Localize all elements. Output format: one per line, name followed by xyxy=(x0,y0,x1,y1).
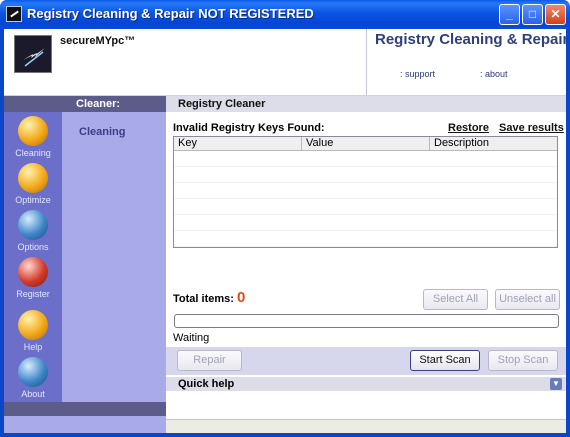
gear-icon xyxy=(18,210,48,240)
sidebar-item-label: About xyxy=(21,389,45,399)
quick-help-label: Quick help xyxy=(178,378,235,390)
info-icon xyxy=(18,357,48,387)
brand-logo-icon xyxy=(14,35,52,73)
total-items-label: Total items: xyxy=(173,293,234,305)
sidebar-header xyxy=(4,96,62,112)
sidebar-footer xyxy=(4,402,166,416)
action-bar: Repair Start Scan Stop Scan xyxy=(166,347,566,375)
sidebar-footer-strip xyxy=(4,416,166,433)
registry-keys-table[interactable]: Key Value Description xyxy=(173,136,558,248)
support-link[interactable]: : support xyxy=(400,69,435,79)
sidebar-item-label: Help xyxy=(23,342,43,352)
sidebar-item-options[interactable]: Options xyxy=(4,210,62,256)
sidebar-item-help[interactable]: Help xyxy=(4,310,62,356)
stop-scan-button[interactable]: Stop Scan xyxy=(488,350,558,371)
invalid-keys-label: Invalid Registry Keys Found: xyxy=(173,122,325,134)
sidebar-item-label: Cleaning xyxy=(15,148,51,158)
save-results-link[interactable]: Save results xyxy=(499,122,564,134)
app-header: secureMYpc™ Registry Cleaning & Repair :… xyxy=(4,29,566,96)
main-panel: Registry Cleaner Invalid Registry Keys F… xyxy=(166,96,566,433)
total-items-count: 0 xyxy=(237,289,246,306)
title-bar[interactable]: Registry Cleaning & Repair NOT REGISTERE… xyxy=(0,0,570,29)
select-all-button[interactable]: Select All xyxy=(423,289,488,310)
close-icon: ✕ xyxy=(550,7,561,21)
app-title: Registry Cleaning & Repair xyxy=(375,31,566,48)
column-header-key[interactable]: Key xyxy=(174,137,302,151)
table-body xyxy=(174,151,557,247)
about-link[interactable]: : about xyxy=(480,69,508,79)
document-icon xyxy=(18,257,48,287)
scan-progress-bar xyxy=(174,314,559,328)
broom-icon xyxy=(18,116,48,146)
column-header-description[interactable]: Description xyxy=(430,137,557,151)
section-header: Registry Cleaner xyxy=(166,96,566,112)
close-button[interactable]: ✕ xyxy=(545,4,566,25)
submenu-header: Cleaner: xyxy=(62,96,166,112)
submenu-item-cleaning[interactable]: Cleaning xyxy=(79,126,125,138)
app-logo-icon xyxy=(6,6,22,22)
sidebar-item-cleaning[interactable]: Cleaning xyxy=(4,116,62,162)
status-text: Waiting xyxy=(173,332,210,344)
sidebar: Cleaning Optimize Options Register Help … xyxy=(4,96,62,433)
maximize-icon: □ xyxy=(528,7,537,21)
unselect-all-button[interactable]: Unselect all xyxy=(495,289,560,310)
sidebar-item-register[interactable]: Register xyxy=(4,257,62,303)
chevron-down-icon[interactable]: ▼ xyxy=(550,378,562,390)
sidebar-item-about[interactable]: About xyxy=(4,357,62,403)
quick-help-header[interactable]: Quick help ▼ xyxy=(166,377,566,391)
window-title: Registry Cleaning & Repair NOT REGISTERE… xyxy=(27,6,314,21)
minimize-icon: _ xyxy=(506,7,513,21)
lifebuoy-icon xyxy=(18,310,48,340)
sidebar-item-label: Register xyxy=(16,289,50,299)
start-scan-button[interactable]: Start Scan xyxy=(410,350,480,371)
minimize-button[interactable]: _ xyxy=(499,4,520,25)
status-bar xyxy=(166,419,566,433)
app-window: Registry Cleaning & Repair NOT REGISTERE… xyxy=(0,0,570,437)
column-header-value[interactable]: Value xyxy=(302,137,430,151)
submenu-panel: Cleaner: Cleaning xyxy=(62,96,166,414)
brand-name: secureMYpc™ xyxy=(60,35,136,47)
sidebar-item-label: Optimize xyxy=(15,195,51,205)
header-title-panel: Registry Cleaning & Repair : support : a… xyxy=(366,29,566,96)
repair-button[interactable]: Repair xyxy=(177,350,242,371)
wrench-icon xyxy=(18,163,48,193)
maximize-button[interactable]: □ xyxy=(522,4,543,25)
restore-link[interactable]: Restore xyxy=(448,122,489,134)
client-area: secureMYpc™ Registry Cleaning & Repair :… xyxy=(4,29,566,433)
sidebar-item-optimize[interactable]: Optimize xyxy=(4,163,62,209)
table-header: Key Value Description xyxy=(174,137,557,151)
sidebar-item-label: Options xyxy=(17,242,49,252)
